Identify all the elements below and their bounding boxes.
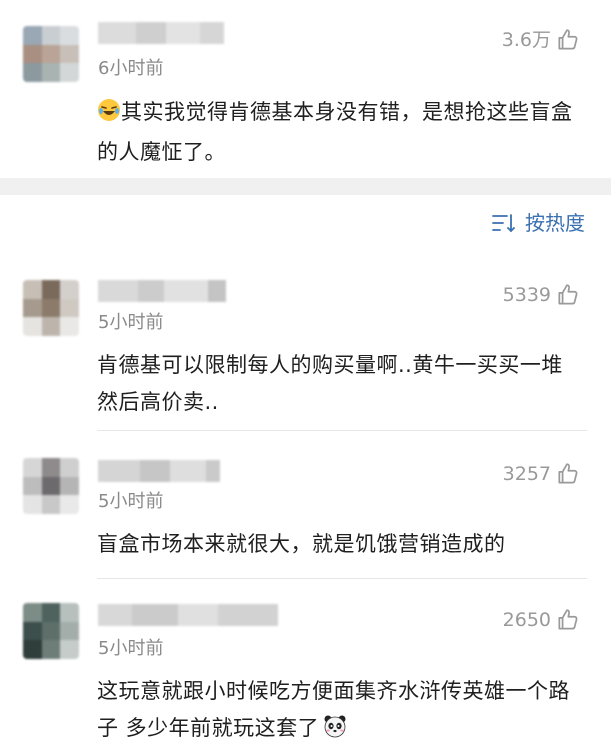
sort-label: 按热度	[525, 211, 585, 235]
avatar[interactable]	[23, 26, 79, 82]
comment-time: 5小时前	[98, 312, 164, 333]
nickname-blurred[interactable]	[98, 604, 278, 626]
like-button[interactable]: 3257	[503, 461, 581, 487]
nickname-blurred[interactable]	[98, 280, 226, 302]
section-separator	[0, 178, 611, 195]
like-button[interactable]: 2650	[503, 607, 581, 633]
like-count: 3257	[502, 463, 551, 485]
thumbs-up-icon	[558, 29, 578, 50]
comment-time: 5小时前	[98, 638, 164, 659]
sort-icon	[492, 214, 515, 233]
sort-by-hot-button[interactable]: 按热度	[491, 209, 585, 237]
like-button[interactable]: 5339	[503, 282, 581, 308]
comment-time: 6小时前	[98, 58, 164, 79]
comment-text: 肯德基可以限制每人的购买量啊..黄牛一买买一堆然后高价卖..	[97, 353, 563, 414]
nickname-blurred[interactable]	[98, 22, 224, 44]
like-button[interactable]: 3.6万	[502, 27, 581, 53]
like-count: 3.6万	[501, 29, 551, 51]
comment-text: 盲盒市场本来就很大，就是饥饿营销造成的	[97, 532, 506, 556]
comment-text: 其实我觉得肯德基本身没有错，是想抢这些盲盒的人魔怔了。	[97, 94, 583, 171]
laughing-tears-emoji	[97, 97, 121, 134]
top-comment-card: 6小时前 3.6万 其实我觉得肯德基本身没有错，是想抢这些盲盒的人魔怔了。	[0, 0, 611, 178]
like-count: 2650	[502, 609, 551, 631]
thumbs-up-icon	[558, 463, 578, 484]
thumbs-up-icon	[558, 609, 578, 630]
thumbs-up-icon	[558, 284, 578, 305]
comment-divider	[97, 430, 587, 431]
avatar[interactable]	[23, 280, 79, 336]
avatar[interactable]	[23, 603, 79, 659]
avatar[interactable]	[23, 458, 79, 514]
like-count: 5339	[502, 284, 551, 306]
comment-text: 这玩意就跟小时候吃方便面集齐水浒传英雄一个路子 多少年前就玩这套了	[97, 673, 583, 750]
comment-divider	[97, 578, 587, 579]
panda-emoji	[323, 713, 347, 750]
comment-time: 5小时前	[98, 491, 164, 512]
nickname-blurred[interactable]	[98, 460, 220, 482]
comment-text-content: 其实我觉得肯德基本身没有错，是想抢这些盲盒的人魔怔了。	[97, 100, 573, 164]
